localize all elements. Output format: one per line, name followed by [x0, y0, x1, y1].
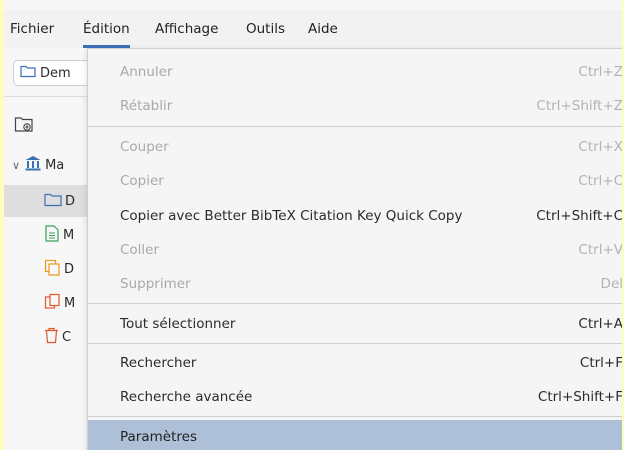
menu-item-shortcut: Ctrl+V [578, 242, 622, 258]
menu-item-label: Annuler [120, 64, 173, 80]
menu-separator [88, 416, 622, 417]
chevron-down-icon[interactable]: ∨ [12, 159, 20, 172]
library-icon [24, 155, 42, 175]
document-icon [44, 224, 60, 246]
menu-item-coller[interactable]: Coller Ctrl+V [88, 233, 622, 267]
menu-item-supprimer[interactable]: Supprimer Del [88, 267, 622, 301]
tree-row-unfiled[interactable]: M [4, 287, 94, 319]
menu-item-label: Supprimer [120, 276, 191, 292]
menu-item-shortcut: Ctrl+C [578, 173, 622, 189]
new-collection-icon[interactable] [14, 115, 34, 137]
menu-fichier[interactable]: Fichier [10, 10, 54, 48]
menu-item-shortcut: Ctrl+Shift+F [537, 389, 622, 405]
menu-item-shortcut: Ctrl+A [578, 316, 622, 332]
tree-row-label: C [62, 329, 72, 345]
tree-row-collection[interactable]: D [4, 185, 94, 217]
tree-row-label: D [64, 261, 75, 277]
unfiled-icon [44, 293, 61, 314]
menu-item-recherche-avancee[interactable]: Recherche avancée Ctrl+Shift+F [88, 380, 622, 414]
menu-item-parametres[interactable]: Paramètres [88, 420, 622, 450]
menu-item-label: Copier avec Better BibTeX Citation Key Q… [120, 208, 463, 224]
tree-row-trash[interactable]: C [4, 321, 94, 353]
menu-edition[interactable]: Édition [83, 10, 130, 48]
tree-row-duplicates[interactable]: D [4, 253, 94, 285]
menu-aide[interactable]: Aide [308, 10, 338, 48]
menu-item-copier-bbt-quick-copy[interactable]: Copier avec Better BibTeX Citation Key Q… [88, 199, 622, 233]
trash-icon [44, 327, 59, 348]
menu-item-shortcut: Del [600, 276, 622, 292]
duplicate-icon [44, 259, 61, 280]
tree-row-my-publications[interactable]: M [4, 219, 94, 251]
menu-outils[interactable]: Outils [246, 10, 285, 48]
menu-item-label: Couper [120, 139, 169, 155]
collection-button-label: Dem [40, 65, 71, 81]
zotero-window: Fichier Édition Affichage Outils Aide De… [4, 0, 622, 450]
menu-item-shortcut: Ctrl+F [579, 355, 622, 371]
menubar: Fichier Édition Affichage Outils Aide [4, 10, 622, 48]
menu-item-label: Paramètres [120, 429, 197, 445]
library-label: Ma [45, 157, 65, 173]
menu-item-shortcut: Ctrl+Z [578, 64, 622, 80]
edit-menu-dropdown: Annuler Ctrl+Z Rétablir Ctrl+Shift+Z Cou… [87, 48, 622, 450]
library-row[interactable]: ∨ Ma [4, 149, 94, 181]
menu-item-label: Tout sélectionner [120, 316, 236, 332]
menu-item-label: Rétablir [120, 98, 173, 114]
folder-icon [44, 192, 62, 211]
menu-separator [88, 343, 622, 344]
menu-item-label: Copier [120, 173, 164, 189]
menu-separator [88, 126, 622, 127]
menu-item-label: Recherche avancée [120, 389, 253, 405]
menu-affichage[interactable]: Affichage [155, 10, 218, 48]
menu-item-tout-selectionner[interactable]: Tout sélectionner Ctrl+A [88, 307, 622, 341]
tree-row-label: D [65, 193, 76, 209]
menu-item-shortcut: Ctrl+Shift+C [536, 208, 622, 224]
menu-item-label: Coller [120, 242, 160, 258]
menu-item-retablir[interactable]: Rétablir Ctrl+Shift+Z [88, 89, 622, 123]
menu-separator [88, 303, 622, 304]
menu-item-annuler[interactable]: Annuler Ctrl+Z [88, 55, 622, 89]
menu-item-shortcut: Ctrl+X [578, 139, 622, 155]
tree-row-label: M [63, 227, 75, 243]
tree-row-label: M [64, 295, 76, 311]
menu-item-rechercher[interactable]: Rechercher Ctrl+F [88, 346, 622, 380]
menu-item-shortcut: Ctrl+Shift+Z [536, 98, 622, 114]
collections-pane: ∨ Ma D M D M C [4, 97, 94, 450]
folder-icon [20, 64, 36, 82]
menu-item-copier[interactable]: Copier Ctrl+C [88, 164, 622, 198]
menu-item-label: Rechercher [120, 355, 197, 371]
menu-item-couper[interactable]: Couper Ctrl+X [88, 130, 622, 164]
